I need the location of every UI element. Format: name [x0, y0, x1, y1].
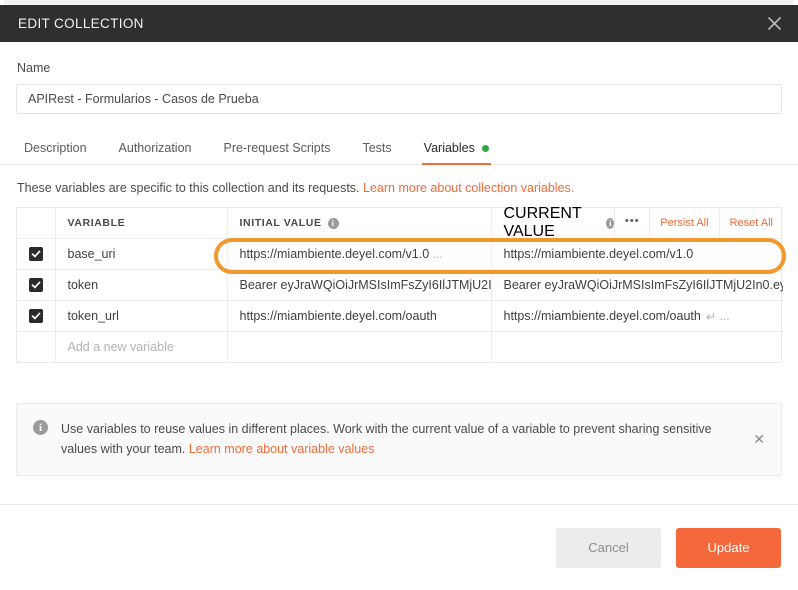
add-variable-row[interactable]: Add a new variable: [17, 331, 783, 363]
new-row-checkbox-cell: [17, 331, 56, 362]
header-initial-value-col: INITIAL VALUE i: [227, 208, 492, 239]
tab-tests[interactable]: Tests: [362, 141, 391, 164]
tab-authorization-label: Authorization: [118, 141, 192, 155]
variables-table-wrapper: VARIABLE INITIAL VALUE i CURRENT VALUE i…: [16, 205, 786, 363]
variables-helper-sentence: These variables are specific to this col…: [17, 181, 360, 195]
header-variable-label: VARIABLE: [67, 217, 126, 229]
row-initial-value: https://miambiente.deyel.com/v1.0: [239, 247, 430, 261]
row-current-ellipsis: ...: [719, 309, 730, 323]
row-current-value: https://miambiente.deyel.com/oauth: [503, 309, 701, 323]
row-variable-cell[interactable]: token_url: [55, 300, 228, 332]
header-current-value-label: CURRENT VALUE: [503, 205, 582, 240]
variables-table-body: base_uri https://miambiente.deyel.com/v1…: [17, 238, 784, 363]
new-initial-value-cell[interactable]: [227, 331, 492, 362]
row-enabled-checkbox[interactable]: [28, 309, 43, 323]
tab-tests-label: Tests: [362, 141, 392, 155]
table-row: base_uri https://miambiente.deyel.com/v1…: [17, 238, 783, 270]
edit-collection-dialog: EDIT COLLECTION Name APIRest - Formulari…: [0, 0, 798, 590]
dialog-footer: Cancel Update: [0, 504, 798, 590]
new-current-value-cell[interactable]: [491, 332, 783, 363]
row-enabled-checkbox[interactable]: [28, 278, 43, 292]
row-variable-name: base_uri: [67, 247, 116, 261]
collection-name-value: APIRest - Formularios - Casos de Prueba: [28, 92, 259, 106]
variables-table-head: VARIABLE INITIAL VALUE i CURRENT VALUE i…: [17, 205, 783, 240]
new-variable-name-cell[interactable]: Add a new variable: [55, 331, 228, 362]
row-current-value: Bearer eyJraWQiOiJrMSIsImFsZyI6IlJTMjU2I…: [503, 278, 784, 292]
tab-description-label: Description: [24, 141, 87, 155]
row-initial-value-cell[interactable]: https://miambiente.deyel.com/v1.0 ...: [227, 238, 492, 270]
row-variable-name: token: [67, 278, 99, 292]
tab-pre-request-scripts[interactable]: Pre-request Scripts: [224, 141, 331, 164]
header-initial-value-label: INITIAL VALUE: [239, 217, 322, 229]
name-label: Name: [17, 61, 51, 75]
tab-variables[interactable]: Variables: [421, 141, 492, 165]
tab-variables-label: Variables: [423, 141, 475, 155]
collection-variables-link[interactable]: Learn more about collection variables.: [363, 181, 574, 195]
table-row: token Bearer eyJraWQiOiJrMSIsImFsZyI6IlJ…: [17, 269, 784, 301]
table-header-row: VARIABLE INITIAL VALUE i CURRENT VALUE i…: [17, 205, 783, 240]
dialog-body: Name APIRest - Formularios - Casos de Pr…: [0, 42, 798, 504]
carriage-return-icon: ↵: [705, 309, 717, 324]
table-row: token_url https://miambiente.deyel.com/o…: [17, 300, 783, 332]
row-initial-value: Bearer eyJraWQiOiJrMSIsImFsZyI6IlJTMjU2I…: [239, 278, 491, 292]
variables-helper-text: These variables are specific to this col…: [17, 181, 798, 195]
new-variable-placeholder: Add a new variable: [67, 340, 174, 354]
row-current-value: https://miambiente.deyel.com/v1.0: [503, 247, 694, 261]
row-initial-value-cell[interactable]: https://miambiente.deyel.com/oauth: [227, 300, 492, 332]
tab-authorization[interactable]: Authorization: [119, 141, 192, 164]
cancel-button[interactable]: Cancel: [556, 527, 661, 568]
banner-close-icon[interactable]: ✕: [753, 432, 765, 446]
tab-pre-request-scripts-label: Pre-request Scripts: [223, 141, 331, 155]
initial-value-info-icon[interactable]: i: [327, 217, 339, 229]
row-current-value-cell[interactable]: https://miambiente.deyel.com/oauth ↵ ...: [491, 300, 783, 332]
unsaved-changes-dot-icon: [481, 144, 489, 152]
row-initial-ellipsis: ...: [432, 247, 443, 261]
row-current-value-cell[interactable]: Bearer eyJraWQiOiJrMSIsImFsZyI6IlJTMjU2I…: [491, 269, 784, 301]
row-variable-name: token_url: [67, 309, 119, 323]
header-variable-col: VARIABLE: [55, 208, 228, 239]
variables-info-banner: i Use variables to reuse values in diffe…: [16, 403, 782, 476]
update-button[interactable]: Update: [676, 527, 781, 568]
row-current-value-cell[interactable]: https://miambiente.deyel.com/v1.0: [491, 238, 783, 270]
row-variable-cell[interactable]: token: [55, 269, 228, 301]
header-checkbox-col: [17, 208, 56, 239]
banner-sentence: Use variables to reuse values in differe…: [61, 422, 712, 457]
row-checkbox-cell: [17, 300, 56, 332]
variables-table: VARIABLE INITIAL VALUE i CURRENT VALUE i…: [17, 205, 784, 363]
variable-values-link[interactable]: Learn more about variable values: [189, 442, 375, 456]
row-checkbox-cell: [17, 238, 56, 270]
dialog-title-bar: EDIT COLLECTION: [0, 5, 798, 42]
tab-description[interactable]: Description: [24, 141, 87, 164]
info-icon: i: [33, 420, 48, 435]
row-enabled-checkbox[interactable]: [28, 247, 43, 261]
dialog-title: EDIT COLLECTION: [18, 16, 144, 31]
current-value-info-icon[interactable]: i: [606, 217, 615, 229]
reset-all-button[interactable]: Reset All: [720, 208, 783, 238]
row-initial-value-cell[interactable]: Bearer eyJraWQiOiJrMSIsImFsZyI6IlJTMjU2I…: [227, 269, 492, 301]
row-initial-value: https://miambiente.deyel.com/oauth: [239, 309, 437, 323]
close-icon[interactable]: [763, 13, 785, 35]
row-variable-cell[interactable]: base_uri: [55, 238, 228, 270]
row-checkbox-cell: [17, 269, 56, 301]
banner-text: Use variables to reuse values in differe…: [61, 419, 721, 460]
collection-name-input[interactable]: APIRest - Formularios - Casos de Prueba: [16, 84, 782, 114]
more-options-icon[interactable]: •••: [615, 208, 649, 238]
header-current-value-col: CURRENT VALUE i ••• Persist All Reset Al…: [491, 205, 783, 240]
persist-all-button[interactable]: Persist All: [650, 208, 718, 238]
tab-bar: Description Authorization Pre-request Sc…: [0, 132, 798, 165]
header-actions: ••• Persist All Reset All: [614, 208, 783, 238]
